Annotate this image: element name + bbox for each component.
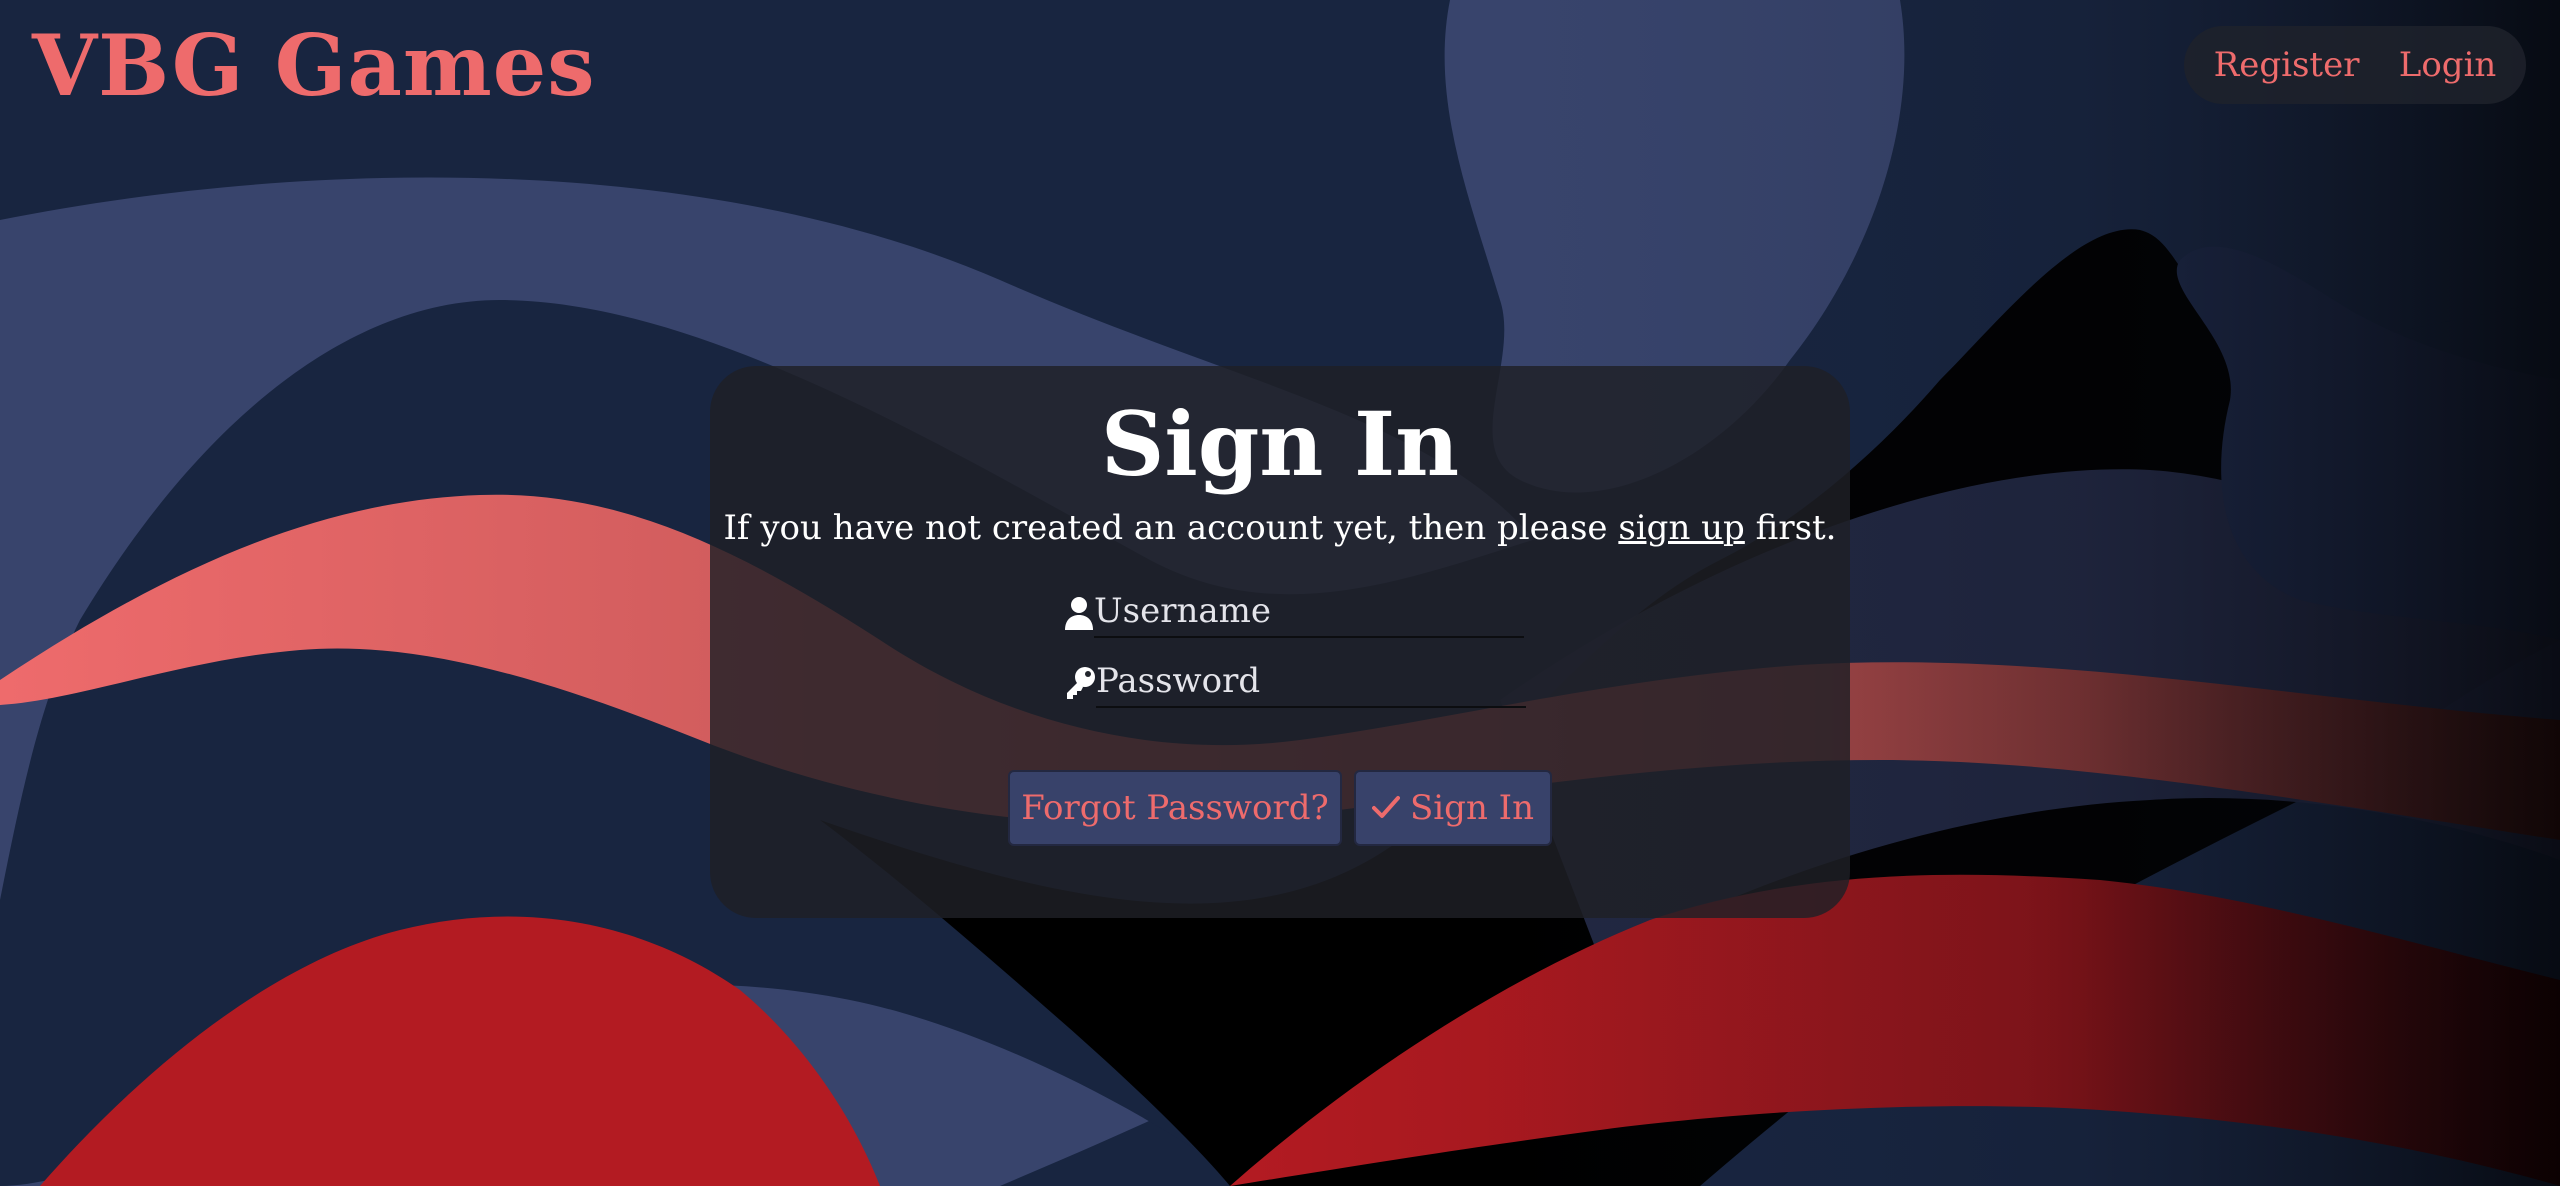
signin-subtitle: If you have not created an account yet, … [710,508,1850,548]
register-link[interactable]: Register [2214,45,2360,85]
forgot-password-button[interactable]: Forgot Password? [1008,770,1342,846]
user-icon [1064,593,1094,633]
brand-title[interactable]: VBG Games [32,24,596,108]
subtitle-text-after: first. [1744,508,1837,548]
page: VBG Games Register Login Sign In If you … [0,0,2560,1186]
top-nav: Register Login [2184,26,2526,104]
password-input[interactable] [1096,658,1526,708]
page-title: Sign In [1100,392,1460,496]
check-icon [1372,788,1401,828]
signin-button-label: Sign In [1410,788,1534,828]
username-field [1064,586,1524,640]
subtitle-text-before: If you have not created an account yet, … [723,508,1619,548]
forgot-password-label: Forgot Password? [1021,788,1329,828]
signin-button[interactable]: Sign In [1354,770,1552,846]
username-input[interactable] [1094,588,1524,638]
login-link[interactable]: Login [2399,45,2497,85]
key-icon [1064,663,1096,703]
signin-actions: Forgot Password? Sign In [1008,770,1552,846]
signup-link[interactable]: sign up [1618,508,1744,548]
password-field [1064,656,1526,710]
